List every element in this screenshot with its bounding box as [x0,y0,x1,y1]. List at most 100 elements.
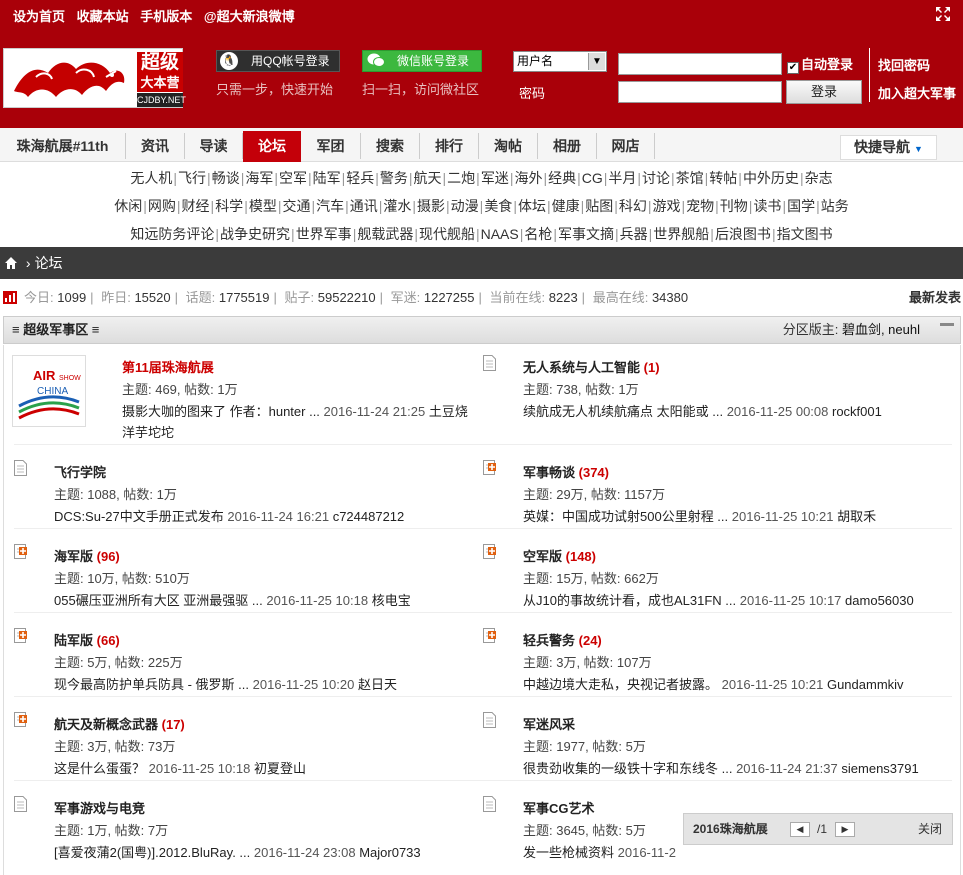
last-post-user[interactable]: 赵日天 [358,677,397,692]
sub-nav-link[interactable]: 刊物 [720,198,748,214]
forum-name[interactable]: 军迷风采 [523,714,575,733]
forum-entry[interactable]: 军事畅谈 (374) 主题: 29万, 帖数: 1157万 英媒：中国成功试射500… [473,450,943,534]
forum-name[interactable]: 轻兵警务 (24) [523,630,602,649]
forum-entry[interactable]: 飞行学院 主题: 1088, 帖数: 1万 DCS:Su-27中文手册正式发布 2… [4,450,474,534]
forum-entry[interactable]: AIR SHOW CHINA 第11届珠海航展 主题: 469, 帖数: 1万 摄影大咖… [4,345,474,440]
forum-name[interactable]: 航天及新概念武器 (17) [54,714,185,733]
sub-nav-link[interactable]: 警务 [380,170,408,186]
last-post-title[interactable]: 英媒：中国成功试射500公里射程 ... [523,509,728,524]
sub-nav-link[interactable]: 读书 [753,198,781,214]
forum-name[interactable]: 空军版 (148) [523,546,596,565]
sub-nav-link[interactable]: 贴图 [585,198,613,214]
sub-nav-link[interactable]: 网购 [148,198,176,214]
last-post-title[interactable]: 现今最高防护单兵防具 - 俄罗斯 ... [54,677,249,692]
sub-nav-link[interactable]: 游戏 [653,198,681,214]
join-link[interactable]: 加入超大军事 [878,83,956,102]
forum-name[interactable]: 海军版 (96) [54,546,120,565]
forum-entry[interactable]: 陆军版 (66) 主题: 5万, 帖数: 225万 现今最高防护单兵防具 - 俄罗斯… [4,618,474,702]
forum-last-post[interactable]: [喜爱夜蒲2(国粤)].2012.BluRay. ... 2016-11-24 … [54,842,464,863]
username-type-select[interactable]: 用户名 ▼ [513,51,607,72]
sub-nav-link[interactable]: 世界舰船 [653,226,709,242]
forum-entry[interactable]: 军事游戏与电竞 主题: 1万, 帖数: 7万 [喜爱夜蒲2(国粤)].2012.B… [4,786,474,870]
last-post-user[interactable]: Gundammkiv [827,677,904,692]
sub-nav-link[interactable]: 轻兵 [346,170,374,186]
forum-name[interactable]: 飞行学院 [54,462,106,481]
sub-nav-link[interactable]: 二炮 [447,170,475,186]
last-post-title[interactable]: 摄影大咖的图来了 作者：hunter ... [122,404,320,419]
sub-nav-link[interactable]: 杂志 [805,170,833,186]
sub-nav-link[interactable]: 无人机 [130,170,172,186]
forum-name[interactable]: 第11届珠海航展 [122,357,214,376]
last-post-user[interactable]: 核电宝 [372,593,411,608]
sub-nav-link[interactable]: 健康 [552,198,580,214]
sub-nav-link[interactable]: 休闲 [114,198,142,214]
nav-item-airshow[interactable]: 珠海航展#11th [0,133,126,159]
sub-nav-link[interactable]: 知远防务评论 [130,226,214,242]
forum-entry[interactable]: 海军版 (96) 主题: 10万, 帖数: 510万 055碾压亚洲所有大区 亚洲最… [4,534,474,618]
sub-nav-link[interactable]: 站务 [821,198,849,214]
sub-nav-link[interactable]: 汽车 [316,198,344,214]
sub-nav-link[interactable]: 交通 [282,198,310,214]
quick-nav-button[interactable]: 快捷导航 ▼ [840,135,937,160]
sub-nav-link[interactable]: 中外历史 [743,170,799,186]
sub-nav-link[interactable]: 经典 [548,170,576,186]
nav-item-search[interactable]: 搜索 [361,133,420,159]
sub-nav-link[interactable]: 科幻 [619,198,647,214]
nav-item-collections[interactable]: 淘帖 [479,133,538,159]
nav-item-ranking[interactable]: 排行 [420,133,479,159]
sub-nav-link[interactable]: 财经 [182,198,210,214]
sub-nav-link[interactable]: 讨论 [642,170,670,186]
sub-nav-link[interactable]: 后浪图书 [715,226,771,242]
forum-entry[interactable]: 空军版 (148) 主题: 15万, 帖数: 662万 从J10的事故统计看，成也A… [473,534,943,618]
sub-nav-link[interactable]: 畅谈 [212,170,240,186]
forum-name[interactable]: 军事游戏与电竞 [54,798,145,817]
sub-nav-link[interactable]: 指文图书 [777,226,833,242]
new-posts-link[interactable]: 最新发表 [909,284,961,312]
moderators-names[interactable]: 碧血剑, neuhl [842,322,920,337]
popup-next-button[interactable]: ▶ [835,822,855,837]
sub-nav-link[interactable]: 美食 [484,198,512,214]
nav-item-legion[interactable]: 军团 [301,133,361,159]
forum-entry[interactable]: 军迷风采 主题: 1977, 帖数: 5万 很贵劲收集的一级铁十字和东线冬 ...… [473,702,943,786]
last-post-title[interactable]: 发一些枪械资料 [523,845,614,860]
sub-nav-link[interactable]: 战争史研究 [220,226,290,242]
sub-nav-link[interactable]: 半月 [608,170,636,186]
popup-prev-button[interactable]: ◀ [790,822,810,837]
forum-last-post[interactable]: 现今最高防护单兵防具 - 俄罗斯 ... 2016-11-25 10:20 赵日… [54,674,464,695]
forum-last-post[interactable]: 发一些枪械资料 2016-11-2 [523,842,933,863]
last-post-title[interactable]: 很贵劲收集的一级铁十字和东线冬 ... [523,761,732,776]
sub-nav-link[interactable]: 现代舰船 [419,226,475,242]
forum-name[interactable]: 军事CG艺术 [523,798,595,817]
nav-item-shop[interactable]: 网店 [597,133,655,159]
collapse-icon[interactable] [940,323,954,326]
sub-nav-link[interactable]: 海外 [514,170,542,186]
password-input[interactable] [618,81,782,103]
forum-last-post[interactable]: 摄影大咖的图来了 作者：hunter ... 2016-11-24 21:25 … [122,401,472,443]
last-post-title[interactable]: 055碾压亚洲所有大区 亚洲最强驱 ... [54,593,263,608]
forum-entry[interactable]: 无人系统与人工智能 (1) 主题: 738, 帖数: 1万 续航成无人机续航痛点 太… [473,345,943,429]
sub-nav-link[interactable]: 体坛 [518,198,546,214]
forum-entry[interactable]: 航天及新概念武器 (17) 主题: 3万, 帖数: 73万 这是什么蛋蛋？ 2016… [4,702,474,786]
qq-login-button[interactable]: 🐧 用QQ帐号登录 [216,50,340,72]
sub-nav-link[interactable]: CG [582,170,603,186]
sub-nav-link[interactable]: 宠物 [686,198,714,214]
airshow-logo[interactable]: AIR SHOW CHINA [12,355,86,427]
forum-name[interactable]: 陆军版 (66) [54,630,120,649]
last-post-user[interactable]: damo56030 [845,593,914,608]
nav-item-forum[interactable]: 论坛 [243,131,301,162]
last-post-title[interactable]: 从J10的事故统计看，成也AL31FN ... [523,593,736,608]
sub-nav-link[interactable]: 空军 [279,170,307,186]
sub-nav-link[interactable]: NAAS [481,226,519,242]
sub-nav-link[interactable]: 飞行 [178,170,206,186]
nav-item-album[interactable]: 相册 [538,133,597,159]
last-post-title[interactable]: [喜爱夜蒲2(国粤)].2012.BluRay. ... [54,845,250,860]
weibo-link[interactable]: @超大新浪微博 [204,9,295,24]
forum-last-post[interactable]: DCS:Su-27中文手册正式发布 2016-11-24 16:21 c7244… [54,506,464,527]
forum-last-post[interactable]: 续航成无人机续航痛点 太阳能或 ... 2016-11-25 00:08 roc… [523,401,933,422]
nav-item-news[interactable]: 资讯 [126,133,185,159]
forum-entry[interactable]: 轻兵警务 (24) 主题: 3万, 帖数: 107万 中越边境大走私，央视记者披露。… [473,618,943,702]
fullscreen-icon[interactable] [935,6,951,22]
sub-nav-link[interactable]: 陆军 [313,170,341,186]
sub-nav-link[interactable]: 茶馆 [676,170,704,186]
username-input[interactable] [618,53,782,75]
